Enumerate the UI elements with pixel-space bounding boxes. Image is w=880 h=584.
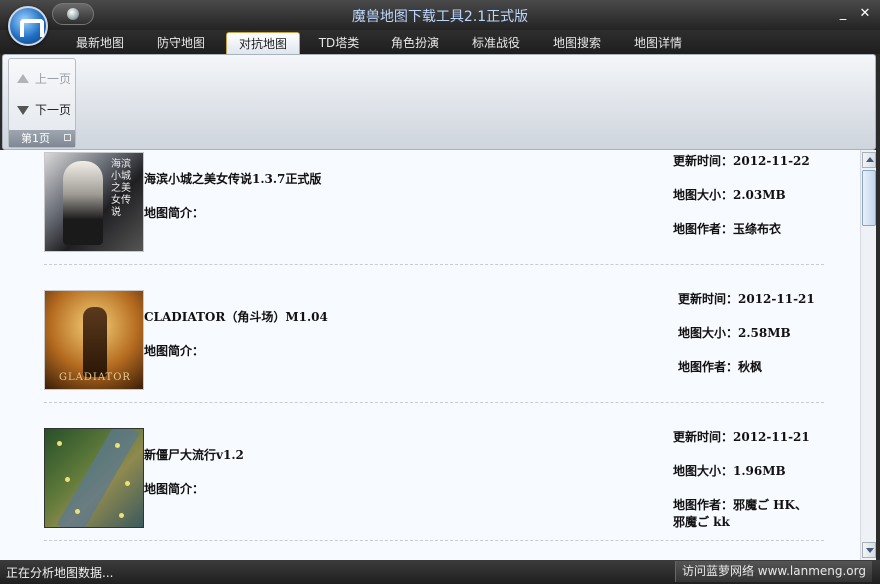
map-updated: 更新时间：2012-11-22 [673, 154, 810, 168]
ribbon: 上一页 下一页 第1页 [2, 54, 876, 150]
vertical-scrollbar[interactable] [860, 150, 876, 560]
tab-defense-maps[interactable]: 防守地图 [144, 32, 218, 54]
map-list: 海滨小城之美女传说 海滨小城之美女传说1.3.7正式版 地图简介： 更新时间：2… [0, 150, 860, 560]
next-page-label: 下一页 [35, 103, 72, 117]
tab-latest-maps[interactable]: 最新地图 [63, 32, 137, 54]
map-thumbnail[interactable]: GLADIATOR [44, 290, 144, 390]
list-item[interactable]: 新僵尸大流行v1.2 地图简介： 更新时间：2012-11-21 地图大小：1.… [44, 426, 824, 560]
next-page-button[interactable]: 下一页 [15, 100, 75, 120]
map-name[interactable]: 新僵尸大流行v1.2 [144, 446, 244, 463]
up-arrow-icon [17, 74, 29, 83]
status-bar: 正在分析地图数据... 访问蓝萝网络 www.lanmeng.org [0, 560, 880, 584]
map-thumbnail[interactable]: 海滨小城之美女传说 [44, 152, 144, 252]
minimize-button[interactable]: _ [834, 6, 852, 22]
list-item[interactable]: GLADIATOR CLADIATOR（角斗场）M1.04 地图简介： 更新时间… [44, 288, 824, 426]
minimap-marker [119, 513, 124, 518]
map-size: 地图大小：1.96MB [673, 464, 786, 478]
map-size: 地图大小：2.03MB [673, 188, 786, 202]
current-page: 第1页 [21, 132, 50, 145]
tab-rpg[interactable]: 角色扮演 [378, 32, 452, 54]
map-author: 地图作者：秋枫 [678, 360, 763, 374]
close-icon: ✕ [859, 6, 871, 21]
scroll-down-icon[interactable] [862, 542, 876, 558]
minimap-marker [65, 477, 70, 482]
map-intro-label: 地图简介： [144, 344, 205, 358]
close-button[interactable]: ✕ [856, 6, 874, 22]
map-name[interactable]: CLADIATOR（角斗场）M1.04 [144, 308, 328, 325]
tab-versus-maps[interactable]: 对抗地图 [226, 32, 300, 54]
minimap-marker [125, 481, 130, 486]
map-author: 地图作者：邪魔ご HK、 [673, 498, 807, 512]
gladiator-figure [83, 307, 107, 377]
scroll-up-icon[interactable] [862, 152, 876, 168]
thumbnail-caption: GLADIATOR [59, 372, 131, 383]
status-message: 正在分析地图数据... [6, 566, 114, 580]
tab-standard-campaign[interactable]: 标准战役 [459, 32, 533, 54]
map-author-continued: 邪魔ご kk [673, 515, 730, 529]
tab-map-details[interactable]: 地图详情 [621, 32, 695, 54]
minimize-icon: _ [839, 6, 847, 21]
prev-page-label: 上一页 [35, 72, 72, 86]
app-logo[interactable] [8, 6, 48, 46]
list-item[interactable]: 海滨小城之美女传说 海滨小城之美女传说1.3.7正式版 地图简介： 更新时间：2… [44, 150, 824, 288]
window-title: 魔兽地图下载工具2.1正式版 [351, 9, 529, 25]
map-intro-label: 地图简介： [144, 206, 205, 220]
website-link[interactable]: 访问蓝萝网络 www.lanmeng.org [674, 561, 872, 582]
title-bar: 魔兽地图下载工具2.1正式版 _ ✕ [0, 0, 880, 30]
map-thumbnail[interactable] [44, 428, 144, 528]
minimap-marker [57, 441, 62, 446]
prev-page-button[interactable]: 上一页 [15, 69, 75, 89]
scroll-thumb[interactable] [862, 170, 876, 226]
map-size: 地图大小：2.58MB [678, 326, 791, 340]
minimap-marker [115, 443, 120, 448]
tab-td-tower[interactable]: TD塔类 [302, 32, 376, 54]
map-updated: 更新时间：2012-11-21 [673, 430, 810, 444]
map-updated: 更新时间：2012-11-21 [678, 292, 815, 306]
page-group-label: 第1页 [9, 130, 75, 147]
page-navigation-group: 上一页 下一页 第1页 [8, 58, 76, 148]
down-arrow-icon [17, 106, 29, 115]
dialog-launcher-icon[interactable] [64, 134, 71, 141]
map-name[interactable]: 海滨小城之美女传说1.3.7正式版 [144, 170, 321, 187]
thumbnail-caption: 海滨小城之美女传说 [111, 159, 131, 218]
minimap-marker [75, 509, 80, 514]
tab-bar: 最新地图 防守地图 对抗地图 TD塔类 角色扮演 标准战役 地图搜索 地图详情 [0, 30, 880, 54]
tab-map-search[interactable]: 地图搜索 [540, 32, 614, 54]
character-figure [63, 161, 103, 245]
map-author: 地图作者：玉绦布衣 [673, 222, 782, 236]
map-intro-label: 地图简介： [144, 482, 205, 496]
